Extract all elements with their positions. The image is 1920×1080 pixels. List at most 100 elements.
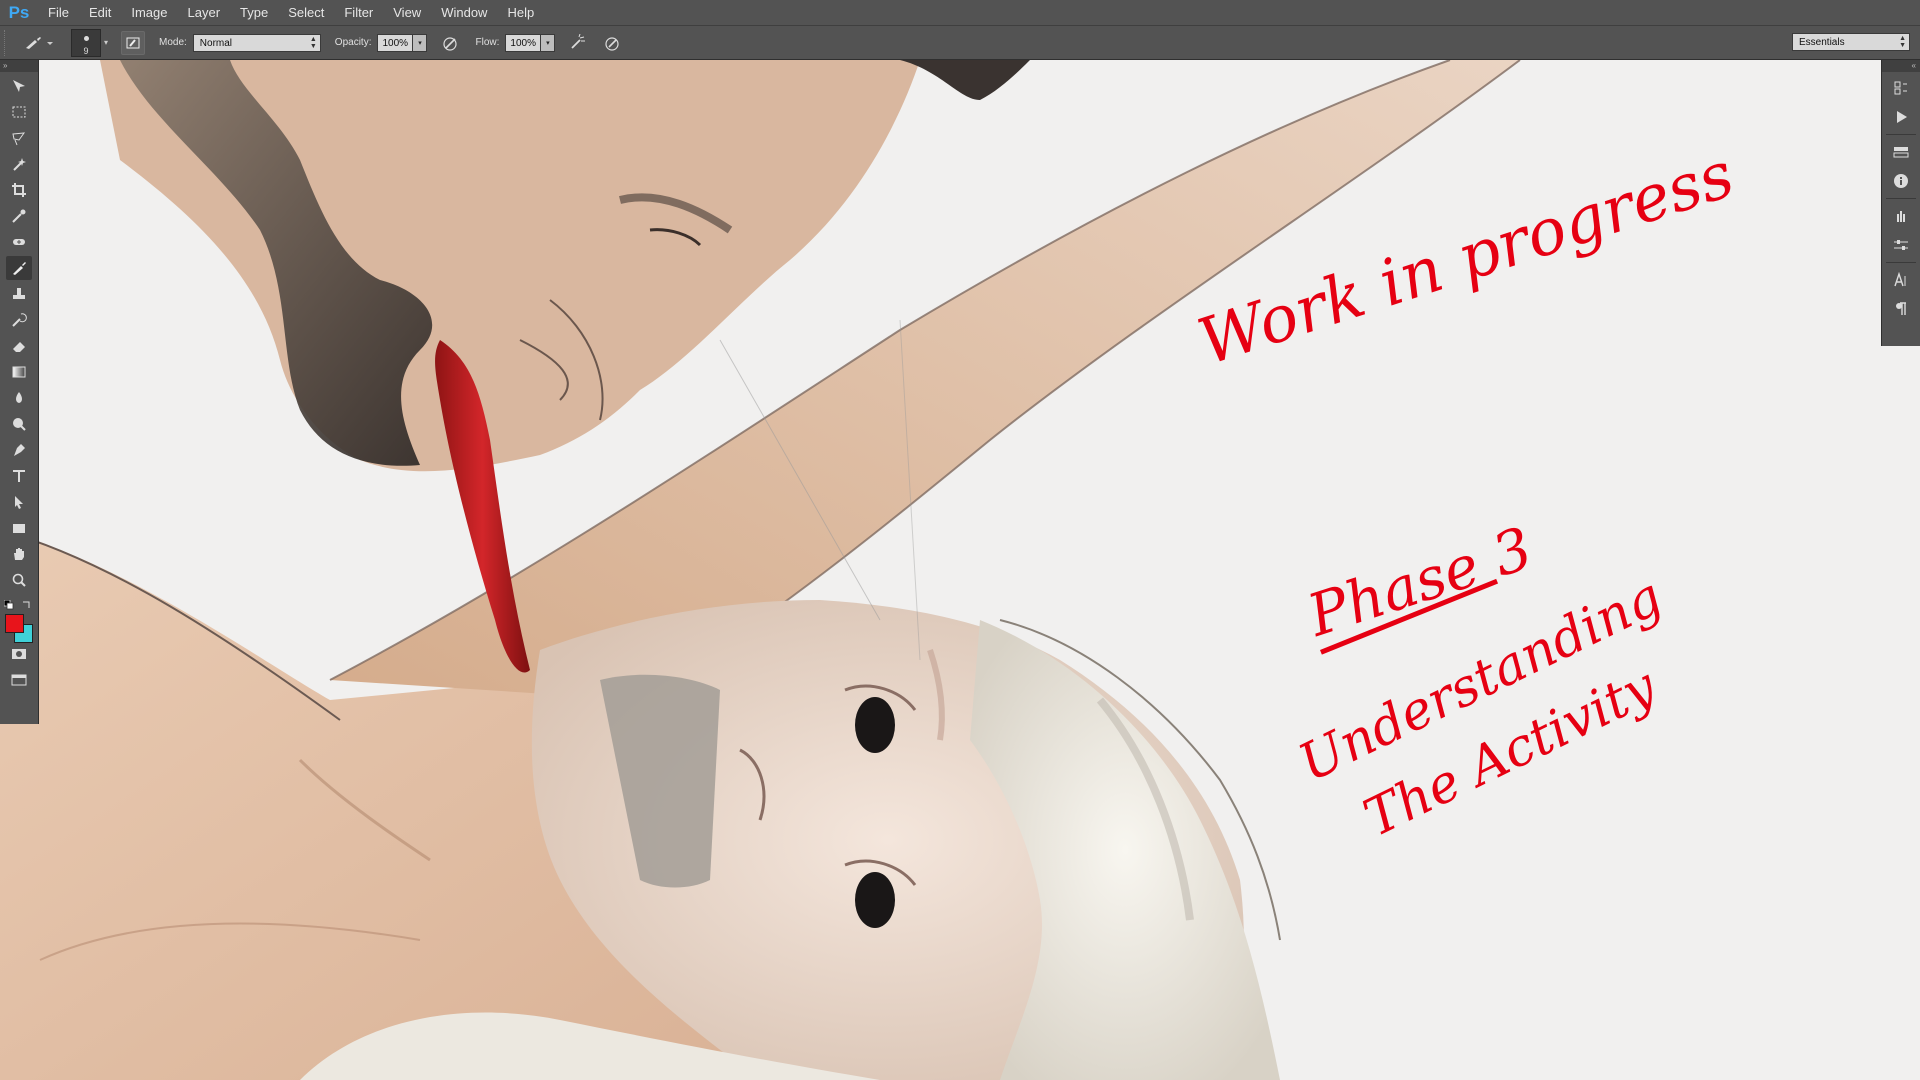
blur-tool-button[interactable] bbox=[6, 386, 32, 410]
properties-panel-icon bbox=[1893, 147, 1909, 158]
move-tool-button[interactable] bbox=[6, 74, 32, 98]
brush-tool-button[interactable] bbox=[6, 256, 32, 280]
paragraph-panel-button[interactable] bbox=[1888, 296, 1914, 322]
select-arrows-icon: ▲ ▼ bbox=[309, 35, 317, 50]
pressure-opacity-toggle[interactable] bbox=[439, 32, 461, 54]
pen-tool-button[interactable] bbox=[6, 438, 32, 462]
hand-tool-icon bbox=[14, 548, 24, 560]
flow-label: Flow: bbox=[475, 37, 500, 48]
menu-type[interactable]: Type bbox=[230, 0, 278, 26]
rectangle-tool-button[interactable] bbox=[6, 516, 32, 540]
mode-value: Normal bbox=[199, 37, 233, 49]
zoom-tool-icon bbox=[12, 573, 26, 587]
eyedropper-tool-button[interactable] bbox=[6, 204, 32, 228]
lasso-tool-button[interactable] bbox=[6, 126, 32, 150]
color-swatches bbox=[0, 598, 38, 643]
spot-healing-tool-button[interactable] bbox=[6, 230, 32, 254]
gradient-tool-button[interactable] bbox=[6, 360, 32, 384]
menu-filter[interactable]: Filter bbox=[334, 0, 383, 26]
history-brush-tool-button[interactable] bbox=[6, 308, 32, 332]
tools-panel-collapse[interactable]: » bbox=[0, 60, 38, 72]
path-selection-tool-icon bbox=[15, 496, 23, 509]
photoshop-logo: Ps bbox=[8, 2, 30, 22]
brush-presets-panel-button[interactable] bbox=[1888, 203, 1914, 229]
opacity-slider-toggle[interactable]: ▾ bbox=[413, 33, 428, 52]
pressure-size-toggle[interactable] bbox=[601, 32, 623, 54]
history-panel-icon bbox=[1894, 81, 1907, 95]
opacity-input[interactable]: 100% bbox=[377, 33, 414, 52]
menu-view[interactable]: View bbox=[383, 0, 431, 26]
marquee-tool-button[interactable] bbox=[6, 100, 32, 124]
menu-file[interactable]: File bbox=[38, 0, 79, 26]
flow-slider-toggle[interactable]: ▾ bbox=[541, 33, 556, 52]
tool-preset-picker[interactable] bbox=[19, 31, 57, 55]
swap-colors-icon[interactable] bbox=[22, 599, 32, 609]
adjustments-panel-icon bbox=[1894, 240, 1908, 250]
menu-select[interactable]: Select bbox=[278, 0, 334, 26]
eraser-tool-button[interactable] bbox=[6, 334, 32, 358]
clone-stamp-tool-icon bbox=[13, 288, 25, 299]
brush-picker-arrow-icon[interactable]: ▾ bbox=[101, 38, 111, 47]
history-brush-tool-icon bbox=[12, 313, 27, 327]
rectangle-tool-icon bbox=[13, 524, 25, 533]
character-panel-icon bbox=[1894, 272, 1906, 287]
menu-layer[interactable]: Layer bbox=[178, 0, 231, 26]
options-bar: 9 ▾ Mode: Normal ▲ ▼ Opacity: 100% ▾ Flow… bbox=[0, 26, 1920, 60]
menu-help[interactable]: Help bbox=[497, 0, 544, 26]
type-tool-button[interactable] bbox=[6, 464, 32, 488]
mode-select[interactable]: Normal ▲ ▼ bbox=[192, 33, 321, 52]
dodge-tool-button[interactable] bbox=[6, 412, 32, 436]
menu-image[interactable]: Image bbox=[121, 0, 177, 26]
woman-left-eye bbox=[855, 697, 895, 753]
menu-window[interactable]: Window bbox=[431, 0, 497, 26]
dock-expand[interactable]: « bbox=[1882, 60, 1920, 72]
paragraph-panel-icon bbox=[1896, 302, 1906, 315]
eyedropper-tool-icon bbox=[12, 209, 26, 223]
clone-stamp-tool-button[interactable] bbox=[6, 282, 32, 306]
type-tool-icon bbox=[13, 470, 25, 482]
brush-panel-toggle[interactable] bbox=[121, 30, 145, 55]
path-selection-tool-button[interactable] bbox=[6, 490, 32, 514]
info-panel-button[interactable] bbox=[1888, 168, 1914, 194]
document-canvas[interactable]: Work in progress Phase 3 Understanding T… bbox=[0, 60, 1920, 1080]
adjustments-panel-button[interactable] bbox=[1888, 232, 1914, 258]
lasso-tool-icon bbox=[12, 132, 26, 146]
blur-tool-icon bbox=[16, 392, 22, 403]
dodge-tool-icon bbox=[13, 418, 26, 431]
quick-mask-icon bbox=[12, 649, 26, 659]
crop-tool-icon bbox=[12, 183, 26, 197]
quick-mask-button[interactable] bbox=[6, 642, 32, 666]
opacity-label: Opacity: bbox=[334, 37, 372, 48]
airbrush-icon bbox=[571, 33, 586, 49]
actions-panel-button[interactable] bbox=[1888, 104, 1914, 130]
move-tool-icon bbox=[13, 80, 25, 92]
woman-right-eye bbox=[855, 872, 895, 928]
default-colors-icon[interactable] bbox=[4, 600, 14, 610]
workspace-select[interactable]: Essentials ▲ ▼ bbox=[1792, 33, 1910, 51]
dock-separator bbox=[1886, 134, 1916, 135]
select-arrows-icon: ▲ ▼ bbox=[1899, 35, 1906, 49]
crop-tool-button[interactable] bbox=[6, 178, 32, 202]
foreground-color-swatch[interactable] bbox=[5, 614, 24, 633]
actions-panel-icon bbox=[1897, 111, 1907, 123]
brush-presets-panel-icon bbox=[1897, 211, 1905, 222]
info-panel-icon bbox=[1894, 174, 1908, 188]
character-panel-button[interactable] bbox=[1888, 267, 1914, 293]
hand-tool-button[interactable] bbox=[6, 542, 32, 566]
magic-wand-tool-button[interactable] bbox=[6, 152, 32, 176]
options-bar-grip[interactable] bbox=[4, 29, 11, 56]
menu-edit[interactable]: Edit bbox=[79, 0, 121, 26]
magic-wand-tool-icon bbox=[13, 158, 26, 171]
dock-separator bbox=[1886, 262, 1916, 263]
zoom-tool-button[interactable] bbox=[6, 568, 32, 592]
flow-input[interactable]: 100% bbox=[505, 33, 542, 52]
brush-size-picker[interactable]: 9 bbox=[71, 28, 101, 57]
workspace-value: Essentials bbox=[1799, 37, 1845, 48]
screen-mode-button[interactable] bbox=[6, 668, 32, 692]
airbrush-toggle[interactable] bbox=[567, 32, 589, 54]
properties-panel-button[interactable] bbox=[1888, 139, 1914, 165]
screen-mode-icon bbox=[11, 674, 27, 686]
dock-separator bbox=[1886, 198, 1916, 199]
history-panel-button[interactable] bbox=[1888, 75, 1914, 101]
brush-tip-preview bbox=[84, 35, 89, 41]
